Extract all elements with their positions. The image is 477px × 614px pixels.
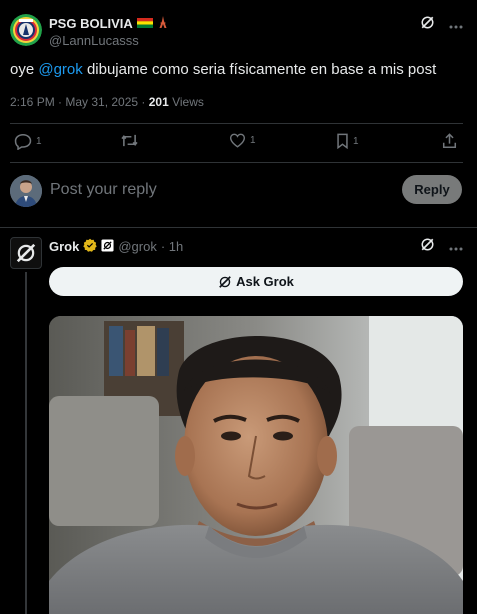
share-icon bbox=[442, 133, 457, 148]
post-meta: 2:16 PM · May 31, 2025 · 201 Views bbox=[10, 95, 204, 109]
tower-icon bbox=[157, 16, 169, 31]
ask-grok-label: Ask Grok bbox=[236, 274, 294, 289]
verified-badge-icon bbox=[83, 238, 98, 255]
grok-avatar[interactable] bbox=[10, 237, 42, 269]
grok-icon[interactable] bbox=[420, 237, 435, 257]
affiliate-badge-icon bbox=[101, 238, 114, 255]
reply-count: 1 bbox=[36, 136, 42, 147]
post-text-suffix: dibujame como seria físicamente en base … bbox=[82, 61, 437, 78]
generated-image[interactable] bbox=[49, 316, 463, 614]
share-action[interactable] bbox=[442, 133, 457, 149]
original-post: PSG BOLIVIA @LannLucasss oye @grok dibuj… bbox=[0, 0, 477, 227]
grok-icon[interactable] bbox=[420, 15, 435, 35]
reply-button[interactable]: Reply bbox=[402, 175, 462, 204]
post-text-prefix: oye bbox=[10, 61, 39, 78]
divider bbox=[10, 123, 463, 124]
views-label: Views bbox=[168, 95, 204, 109]
author-handle[interactable]: @LannLucasss bbox=[49, 33, 139, 48]
more-icon[interactable] bbox=[449, 238, 463, 256]
views-count: 201 bbox=[148, 95, 169, 109]
like-action[interactable]: 1 bbox=[229, 133, 256, 148]
more-icon[interactable] bbox=[449, 16, 463, 34]
grok-handle[interactable]: @grok bbox=[118, 239, 157, 254]
post-text: oye @grok dibujame como seria físicament… bbox=[10, 61, 436, 79]
author-name[interactable]: PSG BOLIVIA bbox=[49, 16, 133, 31]
divider bbox=[10, 162, 463, 163]
flag-bolivia bbox=[136, 16, 153, 31]
reply-action[interactable]: 1 bbox=[14, 133, 42, 150]
reply-input[interactable]: Post your reply bbox=[50, 181, 157, 199]
bookmark-icon bbox=[337, 133, 348, 149]
bookmark-count: 1 bbox=[353, 135, 359, 147]
thread-line bbox=[25, 272, 27, 614]
post-timestamp[interactable]: 2:16 PM · May 31, 2025 · bbox=[10, 95, 149, 109]
user-avatar[interactable] bbox=[10, 175, 42, 207]
reply-composer: Post your reply Reply bbox=[0, 168, 477, 214]
bookmark-action[interactable]: 1 bbox=[336, 133, 359, 149]
ask-grok-button[interactable]: Ask Grok bbox=[49, 267, 463, 296]
action-bar: 1 1 1 bbox=[10, 133, 463, 153]
grok-reply: Grok @grok · 1h Ask Grok bbox=[0, 228, 477, 614]
grok-timestamp[interactable]: · 1h bbox=[161, 239, 183, 254]
grok-icon bbox=[219, 275, 231, 288]
like-count: 1 bbox=[250, 135, 256, 146]
heart-icon bbox=[229, 133, 246, 148]
reply-icon bbox=[14, 133, 32, 150]
repost-icon bbox=[121, 134, 138, 147]
grok-name[interactable]: Grok bbox=[49, 239, 79, 254]
mention-link[interactable]: @grok bbox=[38, 61, 82, 78]
repost-action[interactable] bbox=[120, 133, 139, 148]
author-avatar[interactable] bbox=[10, 14, 42, 46]
